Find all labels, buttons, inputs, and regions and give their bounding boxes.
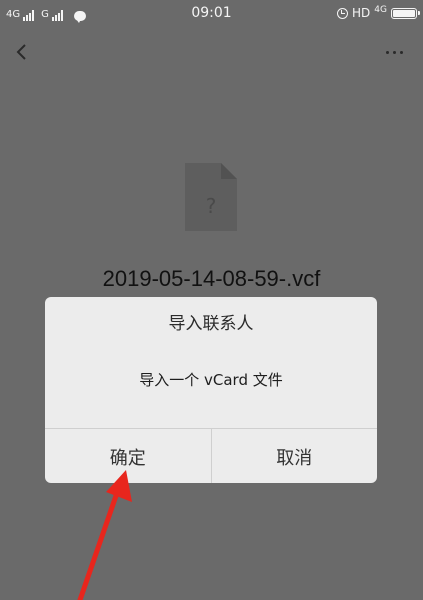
confirm-button-label: 确定 [109, 447, 146, 469]
cancel-button[interactable]: 取消 [212, 429, 378, 483]
network-type-right: 4G [374, 5, 387, 15]
red-arrow-annotation [77, 470, 132, 600]
import-contacts-dialog: 导入联系人 导入一个 vCard 文件 确定 取消 [45, 297, 377, 483]
hd-label: HD [352, 6, 371, 20]
status-right: HD 4G [337, 5, 420, 20]
dialog-title: 导入联系人 [168, 314, 254, 334]
dialog-message: 导入一个 vCard 文件 [139, 371, 283, 389]
dot [399, 50, 403, 54]
cancel-button-label: 取消 [276, 447, 313, 469]
chevron-left-icon [16, 44, 26, 60]
dot [385, 50, 389, 54]
unknown-file-icon: ? [185, 163, 237, 231]
question-mark-icon: ? [206, 194, 217, 218]
status-bar: 4G G 09:01 HD 4G [0, 0, 423, 28]
alarm-icon [337, 7, 349, 19]
file-name: 2019-05-14-08-59-.vcf [102, 266, 321, 291]
more-options-button[interactable] [379, 40, 409, 64]
back-button[interactable] [10, 38, 38, 66]
dot [392, 50, 396, 54]
battery-icon [391, 7, 420, 19]
